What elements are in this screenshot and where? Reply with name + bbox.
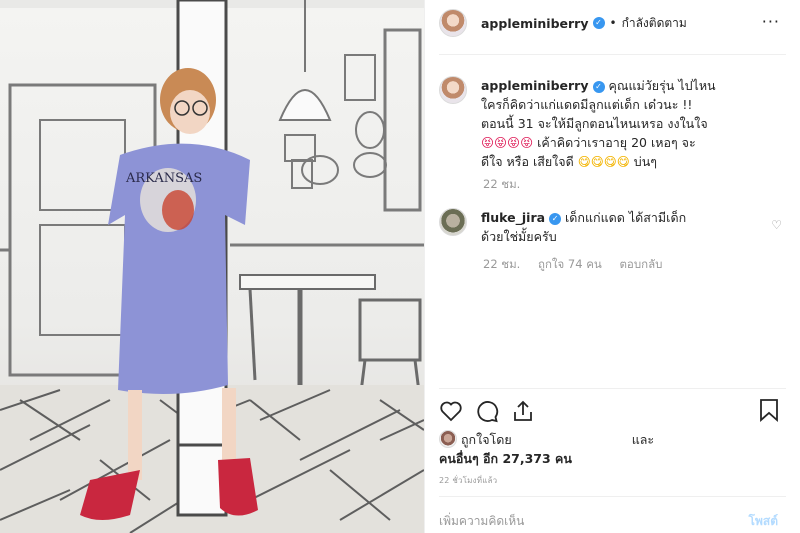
- caption-line: ใครก็คิดว่าแก่แดดมีลูกแต่เด็ก เด๋วนะ !!: [481, 97, 693, 112]
- header-divider: [439, 54, 786, 55]
- add-comment-input[interactable]: เพิ่มความคิดเห็น: [439, 512, 524, 531]
- verified-icon: ✓: [592, 17, 605, 29]
- separator-dot: •: [609, 16, 617, 30]
- reply-comment: fluke_jira ✓ เด็กแก่แดด ได้สามีเด็ก ด้วยใ…: [439, 208, 721, 246]
- caption: appleminiberry ✓ คุณแม่วัยรุ่น ไปไหน ใครก…: [439, 76, 721, 171]
- reply-meta: 22 ชม. ถูกใจ 74 คน ตอบกลับ: [483, 256, 676, 274]
- author-avatar[interactable]: [439, 9, 467, 37]
- post-button[interactable]: โพสต์: [749, 512, 778, 531]
- verified-icon: ✓: [549, 213, 562, 225]
- more-options-icon[interactable]: ···: [762, 12, 780, 31]
- caption-username[interactable]: appleminiberry: [481, 78, 589, 93]
- caption-avatar[interactable]: [439, 76, 467, 104]
- comment-like-icon[interactable]: ♡: [771, 218, 782, 232]
- comment-divider: [439, 496, 786, 497]
- comment-icon[interactable]: [475, 399, 499, 423]
- likes-summary: ถูกใจโดย และ คนอื่นๆ อีก 27,373 คน: [439, 430, 769, 468]
- post-header: appleminiberry ✓ • กำลังติดตาม: [439, 8, 739, 38]
- reply-avatar[interactable]: [439, 208, 467, 236]
- following-button[interactable]: กำลังติดตาม: [622, 14, 687, 33]
- reply-line: เด็กแก่แดด ได้สามีเด็ก: [565, 210, 687, 225]
- reply-timestamp[interactable]: 22 ชม.: [483, 257, 520, 271]
- caption-time: 22 ชม.: [483, 176, 534, 194]
- share-icon[interactable]: [511, 399, 535, 423]
- reply-line: ด้วยใช่มั้ยครับ: [481, 229, 557, 244]
- author-username[interactable]: appleminiberry: [481, 16, 589, 31]
- action-bar: [439, 399, 739, 425]
- svg-text:ARKANSAS: ARKANSAS: [125, 171, 202, 186]
- reply-likes[interactable]: ถูกใจ 74 คน: [538, 257, 602, 271]
- verified-icon: ✓: [592, 81, 605, 93]
- bookmark-icon[interactable]: [758, 398, 780, 422]
- caption-line: คุณแม่วัยรุ่น ไปไหน: [608, 78, 716, 93]
- liker-avatar[interactable]: [439, 430, 457, 448]
- post-photo[interactable]: ARKANSAS: [0, 0, 424, 533]
- reply-username[interactable]: fluke_jira: [481, 210, 545, 225]
- caption-line: เค้าคิดว่าเราอายุ 20 เหอๆ จะ: [533, 135, 696, 150]
- reply-button[interactable]: ตอบกลับ: [619, 257, 662, 271]
- actions-divider: [439, 388, 786, 389]
- caption-timestamp[interactable]: 22 ชม.: [483, 177, 520, 191]
- emoji-group: 😋😋😋😋: [577, 154, 630, 169]
- post-image: ARKANSAS: [0, 0, 424, 533]
- caption-line: บ่นๆ: [629, 154, 657, 169]
- caption-line: ตอนนี้ 31 จะให้มีลูกตอนไหนเหรอ งงในใจ: [481, 116, 708, 131]
- and-label: และ: [631, 432, 655, 447]
- caption-text: appleminiberry ✓ คุณแม่วัยรุ่น ไปไหน ใครก…: [481, 76, 721, 171]
- heart-icon[interactable]: [439, 399, 463, 423]
- post-sidebar: appleminiberry ✓ • กำลังติดตาม ··· apple…: [424, 0, 800, 533]
- caption-line: ดีใจ หรือ เสียใจดี: [481, 154, 578, 169]
- liked-by-label: ถูกใจโดย: [460, 432, 512, 447]
- reply-text: fluke_jira ✓ เด็กแก่แดด ได้สามีเด็ก ด้วยใ…: [481, 208, 721, 246]
- others-count[interactable]: คนอื่นๆ อีก 27,373 คน: [439, 451, 572, 466]
- post-timeago[interactable]: 22 ชั่วโมงที่แล้ว: [439, 474, 497, 487]
- emoji-group: 😝😝😝😝: [481, 135, 534, 150]
